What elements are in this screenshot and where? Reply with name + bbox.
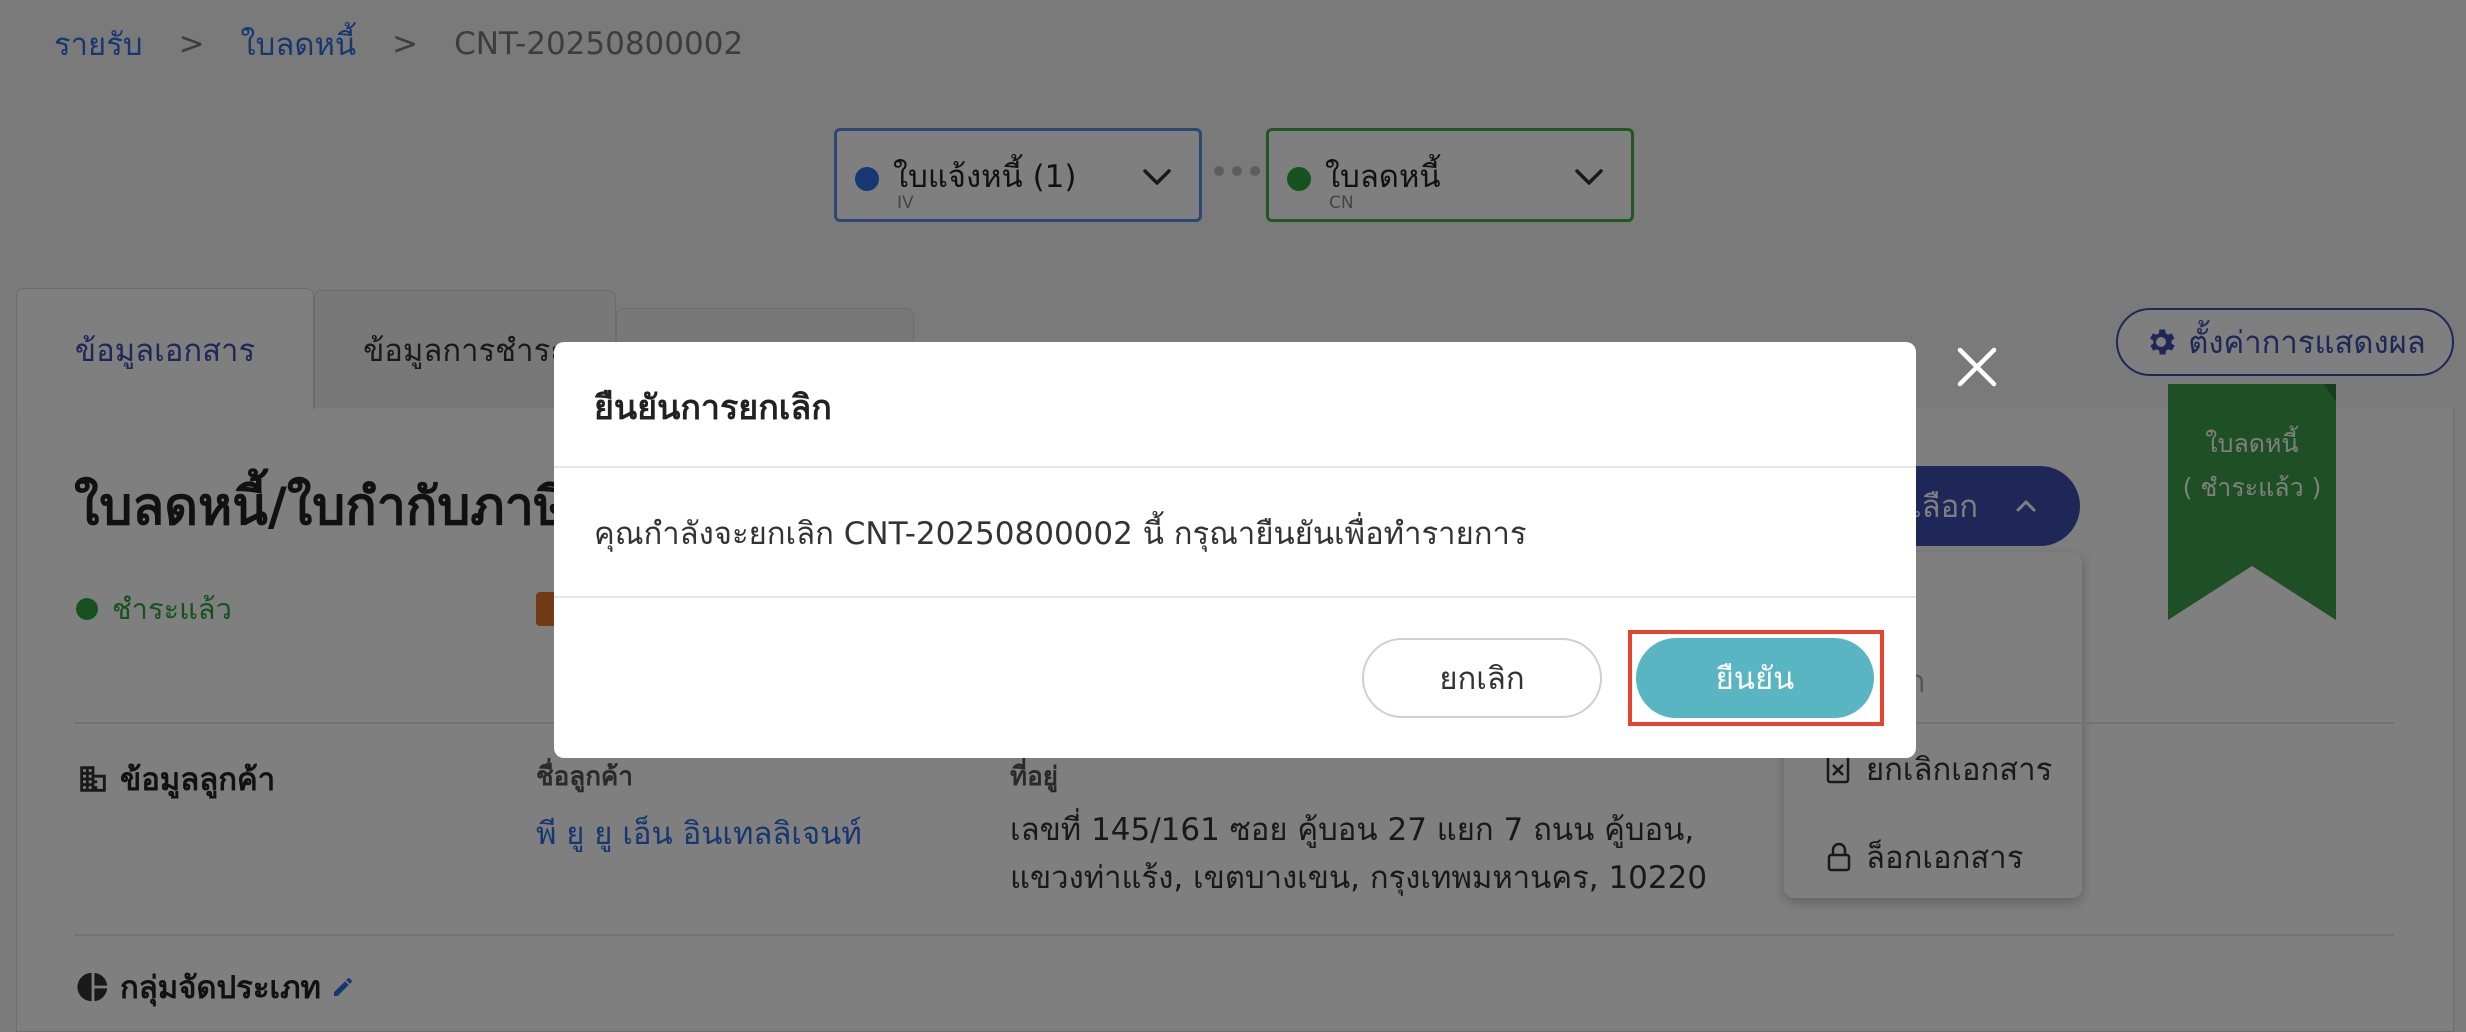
- divider: [554, 596, 1916, 598]
- cancel-button[interactable]: ยกเลิก: [1362, 638, 1602, 718]
- confirm-cancel-dialog: ยืนยันการยกเลิก คุณกำลังจะยกเลิก CNT-202…: [554, 342, 1916, 758]
- dialog-message: คุณกำลังจะยกเลิก CNT-20250800002 นี้ กรุ…: [594, 516, 1527, 552]
- dialog-title: ยืนยันการยกเลิก: [594, 388, 832, 428]
- divider: [554, 466, 1916, 468]
- close-icon[interactable]: [1954, 344, 2000, 390]
- highlight-box: [1628, 630, 1884, 726]
